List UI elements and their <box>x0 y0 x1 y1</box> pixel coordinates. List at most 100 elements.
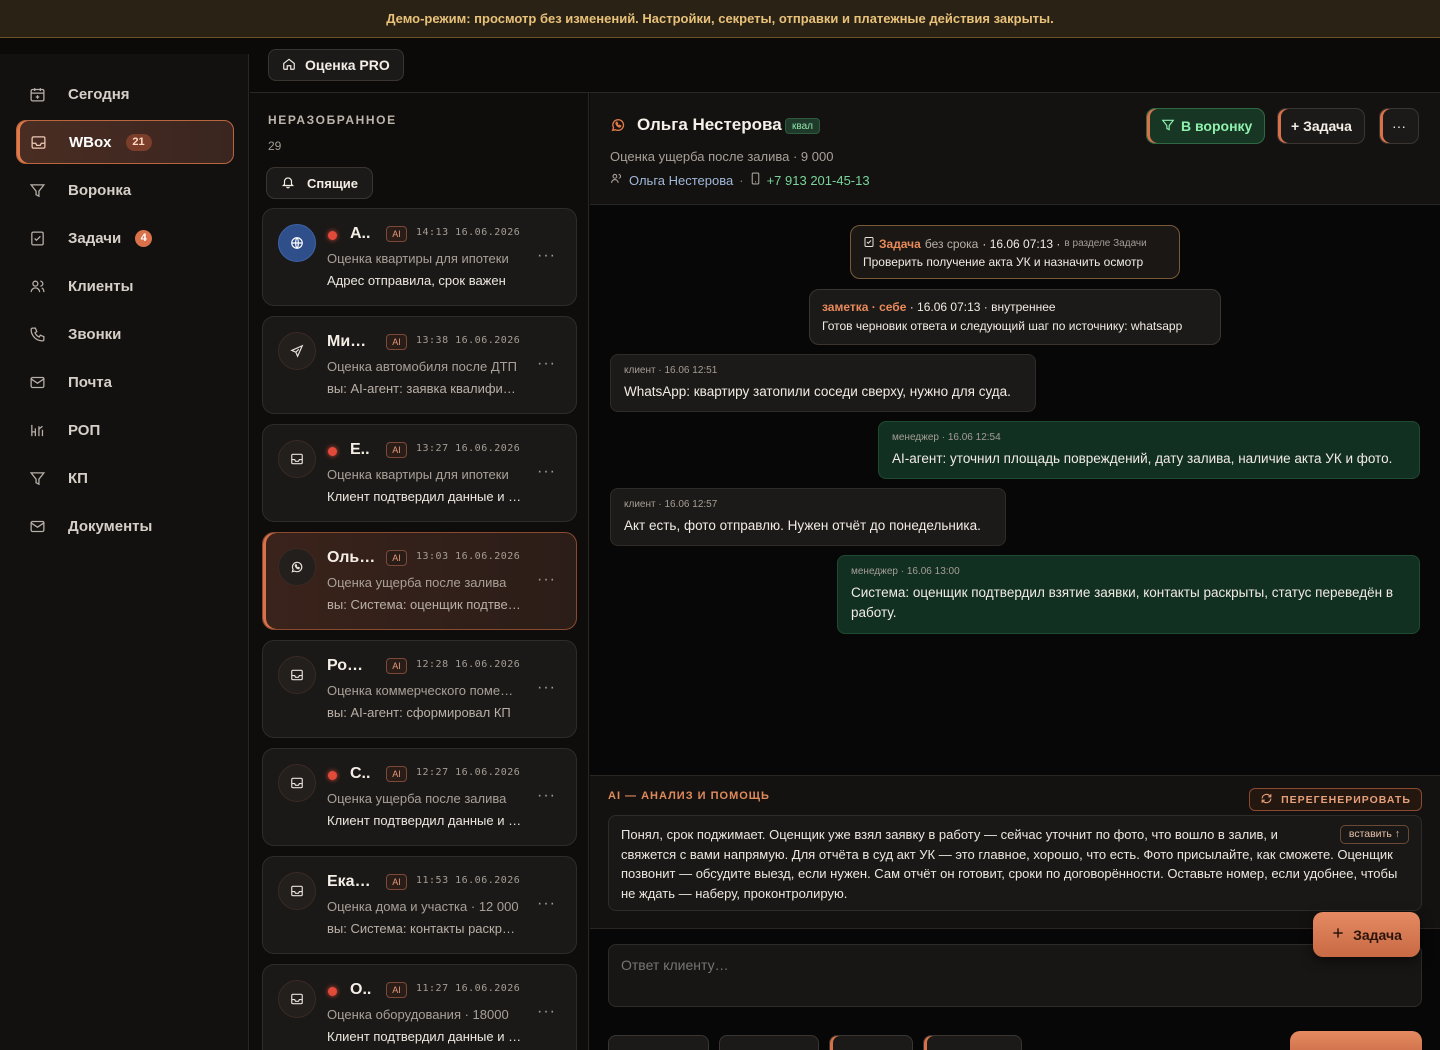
demo-banner: Демо-режим: просмотр без изменений. Наст… <box>0 0 1440 38</box>
conversation-card[interactable]: А.. AI 14:13 16.06.2026 Оценка квартиры для… <box>262 208 577 306</box>
sidebar-item-label: Сегодня <box>68 85 130 103</box>
add-task-button[interactable]: + Задача <box>1277 108 1365 144</box>
phone-link[interactable]: +7 913 201-45-13 <box>767 173 870 188</box>
send-button[interactable] <box>1290 1031 1422 1050</box>
chat-contact-name: Ольга Нестерова <box>637 115 782 134</box>
phone-icon <box>28 325 46 343</box>
insert-suggestion-button[interactable]: вставить ↑ <box>1339 825 1409 844</box>
conversation-card[interactable]: Оль… AI 13:03 16.06.2026 Оценка ущерба посл… <box>262 532 577 630</box>
card-more-icon[interactable]: ··· <box>537 787 556 805</box>
sidebar-item-mail[interactable]: Почта <box>16 360 234 404</box>
reply-input[interactable] <box>608 944 1422 1007</box>
message-bubble: клиент · 16.06 12:57 Акт есть, фото отпр… <box>610 488 1006 546</box>
card-more-icon[interactable]: ··· <box>537 895 556 913</box>
ai-panel-title: AI — АНАЛИЗ И ПОМОЩЬ <box>608 790 770 802</box>
unread-dot <box>328 771 337 780</box>
bottom-action-button[interactable] <box>719 1035 819 1050</box>
home-button[interactable]: Оценка PRO <box>268 49 404 81</box>
tasks-count-badge: 4 <box>135 229 153 247</box>
card-contact-name: А.. <box>350 225 371 242</box>
card-contact-name: Ро… <box>327 657 364 674</box>
card-subject: Оценка дома и участка · 12 000 <box>327 899 519 914</box>
message-meta: менеджер · 16.06 13:00 <box>851 566 960 577</box>
sidebar-item-tasks[interactable]: Задачи 4 <box>16 216 234 260</box>
task-card[interactable]: Задача без срока · 16.06 07:13 · в разде… <box>850 225 1180 279</box>
card-subject: Оценка коммерческого помещения <box>327 683 523 698</box>
ai-suggestion-box: вставить ↑ Понял, срок поджимает. Оценщи… <box>608 815 1422 911</box>
conversation-card[interactable]: О.. AI 11:27 16.06.2026 Оценка оборудования… <box>262 964 577 1050</box>
plus-icon <box>1331 926 1345 943</box>
sidebar-item-label: Звонки <box>68 325 122 343</box>
sidebar-item-label: РОП <box>68 421 101 439</box>
card-preview: Клиент подтвердил данные и ждёт <box>327 1029 523 1044</box>
conversation-card[interactable]: С.. AI 12:27 16.06.2026 Оценка ущерба после… <box>262 748 577 846</box>
bottom-action-button[interactable] <box>608 1035 709 1050</box>
sidebar-item-calls[interactable]: Звонки <box>16 312 234 356</box>
sidebar-item-wbox[interactable]: WBox 21 <box>16 120 234 164</box>
ai-badge: AI <box>386 766 407 782</box>
ai-assist-panel: AI — АНАЛИЗ И ПОМОЩЬ ПЕРЕГЕНЕРИРОВАТЬ вс… <box>590 775 1440 929</box>
task-card-time: · 16.06 07:13 · <box>982 237 1061 251</box>
card-contact-name: О.. <box>350 981 372 998</box>
card-more-icon[interactable]: ··· <box>537 463 556 481</box>
card-preview: Клиент подтвердил данные и ждёт <box>327 813 523 828</box>
filter-icon <box>1161 118 1175 135</box>
whatsapp-icon <box>610 117 626 138</box>
inbox-icon <box>278 656 316 694</box>
card-contact-name: Е.. <box>350 441 370 458</box>
inbox-icon <box>278 980 316 1018</box>
bottom-action-button[interactable] <box>923 1035 1022 1050</box>
card-more-icon[interactable]: ··· <box>537 571 556 589</box>
conversation-card[interactable]: Е.. AI 13:27 16.06.2026 Оценка квартиры для… <box>262 424 577 522</box>
sleeping-filter-button[interactable]: Спящие <box>266 167 374 199</box>
sidebar-item-kp[interactable]: КП <box>16 456 234 500</box>
ai-badge: AI <box>386 226 407 242</box>
wbox-count-badge: 21 <box>125 133 152 151</box>
card-time: 13:38 16.06.2026 <box>416 335 521 346</box>
chat-contact-line: Ольга Нестерова · +7 913 201-45-13 <box>610 172 870 188</box>
filter-icon <box>28 469 46 487</box>
to-funnel-button[interactable]: В воронку <box>1146 108 1266 144</box>
card-time: 14:13 16.06.2026 <box>416 227 521 238</box>
sidebar-item-clients[interactable]: Клиенты <box>16 264 234 308</box>
ai-badge: AI <box>386 874 407 890</box>
separator: · <box>739 172 744 188</box>
add-task-label: + Задача <box>1291 118 1352 134</box>
contact-link[interactable]: Ольга Нестерова <box>629 173 733 188</box>
inbox-icon <box>278 440 316 478</box>
checklist-icon <box>863 235 875 253</box>
card-more-icon[interactable]: ··· <box>537 247 556 265</box>
card-more-icon[interactable]: ··· <box>537 355 556 373</box>
card-more-icon[interactable]: ··· <box>537 1003 556 1021</box>
topbar: Оценка PRO <box>250 38 1440 93</box>
unread-dot <box>328 447 337 456</box>
sidebar-item-label: Задачи <box>68 229 122 247</box>
demo-banner-text: Демо-режим: просмотр без изменений. Наст… <box>386 11 1054 26</box>
conversation-card[interactable]: Ека… AI 11:53 16.06.2026 Оценка дома и учас… <box>262 856 577 954</box>
more-icon: ··· <box>1392 118 1406 134</box>
card-subject: Оценка оборудования · 18000 <box>327 1007 509 1022</box>
more-actions-button[interactable]: ··· <box>1379 108 1419 144</box>
chart-icon <box>28 421 46 439</box>
sidebar-item-today[interactable]: Сегодня <box>16 72 234 116</box>
create-task-fab[interactable]: Задача <box>1313 912 1420 957</box>
to-funnel-label: В воронку <box>1181 118 1253 134</box>
conversation-card[interactable]: Ро… AI 12:28 16.06.2026 Оценка коммерческог… <box>262 640 577 738</box>
sidebar-item-funnel[interactable]: Воронка <box>16 168 234 212</box>
refresh-icon <box>1260 792 1273 808</box>
bottom-action-button[interactable] <box>829 1035 913 1050</box>
user-icon <box>610 172 623 188</box>
sidebar-item-documents[interactable]: Документы <box>16 504 234 548</box>
sidebar-item-rop[interactable]: РОП <box>16 408 234 452</box>
sidebar-item-label: Воронка <box>68 181 132 199</box>
internal-note: заметка · себе · 16.06 07:13 · внутренне… <box>809 289 1221 345</box>
mail-icon <box>28 517 46 535</box>
card-more-icon[interactable]: ··· <box>537 679 556 697</box>
card-subject: Оценка ущерба после залива <box>327 791 507 806</box>
card-time: 13:27 16.06.2026 <box>416 443 521 454</box>
card-preview: Клиент подтвердил данные и ждёт <box>327 489 523 504</box>
regenerate-button[interactable]: ПЕРЕГЕНЕРИРОВАТЬ <box>1249 788 1422 811</box>
card-preview: вы: Система: оценщик подтвердил <box>327 597 523 612</box>
home-icon <box>282 57 296 74</box>
conversation-card[interactable]: Ми… AI 13:38 16.06.2026 Оценка автомобиля п… <box>262 316 577 414</box>
